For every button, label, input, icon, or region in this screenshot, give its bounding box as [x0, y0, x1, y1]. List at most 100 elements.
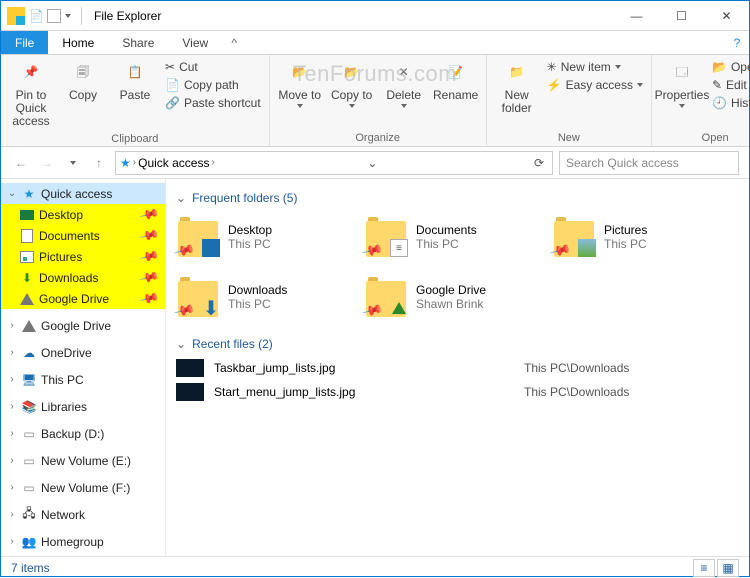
view-tab[interactable]: View	[168, 31, 222, 54]
maximize-button[interactable]: ☐	[659, 1, 704, 31]
sidebar-item-volume-e[interactable]: ›▭New Volume (E:)	[1, 450, 165, 471]
pin-icon: 📌	[138, 204, 160, 226]
search-input[interactable]: Search Quick access	[559, 151, 739, 175]
dropdown-icon[interactable]: ⌄	[363, 156, 381, 170]
expand-icon[interactable]: ›	[7, 536, 17, 547]
refresh-icon[interactable]: ⟳	[530, 156, 548, 170]
sidebar-item-pictures[interactable]: Pictures📌	[1, 246, 165, 267]
expand-icon[interactable]: ›	[7, 347, 17, 358]
properties-button[interactable]: 🗔Properties	[658, 57, 706, 110]
folder-downloads[interactable]: ⬇📌 DownloadsThis PC	[176, 271, 356, 323]
label: Quick access	[41, 187, 112, 201]
paste-icon: 📋	[121, 59, 149, 87]
back-button[interactable]: ←	[11, 153, 31, 173]
sidebar-item-network[interactable]: ›🖧Network	[1, 504, 165, 525]
easy-access-button[interactable]: ⚡Easy access	[545, 77, 645, 93]
sidebar-item-thispc[interactable]: ›🖥This PC	[1, 369, 165, 390]
folder-icon: 📌	[552, 217, 596, 257]
recent-files-header[interactable]: ⌄ Recent files (2)	[176, 337, 739, 351]
gdrive-icon	[20, 293, 34, 305]
new-item-button[interactable]: ✳New item	[545, 59, 645, 75]
open-button[interactable]: 📂Open	[710, 59, 750, 75]
quick-access-toolbar: 📄	[1, 7, 77, 25]
qat-dropdown-icon[interactable]	[65, 14, 71, 18]
sidebar-item-downloads[interactable]: ⬇Downloads📌	[1, 267, 165, 288]
navbar: ← → ↑ ★ › Quick access › ⌄ ⟳ Search Quic…	[1, 147, 749, 179]
qat-properties-icon[interactable]	[47, 9, 61, 23]
folder-pictures[interactable]: 📌 PicturesThis PC	[552, 211, 732, 263]
rename-button[interactable]: 📝Rename	[432, 57, 480, 104]
app-icon	[7, 7, 25, 25]
file-tab[interactable]: File	[1, 31, 48, 54]
folder-icon: 📌	[176, 217, 220, 257]
chevron-down-icon: ⌄	[176, 337, 186, 351]
pin-icon: 📌	[138, 246, 160, 268]
move-icon: 📂	[286, 59, 314, 87]
pin-quick-access-button[interactable]: 📌 Pin to Quick access	[7, 57, 55, 131]
share-tab[interactable]: Share	[108, 31, 168, 54]
folder-documents[interactable]: ≡📌 DocumentsThis PC	[364, 211, 544, 263]
help-icon[interactable]: ?	[725, 31, 749, 54]
sidebar-item-documents[interactable]: Documents📌	[1, 225, 165, 246]
recent-file[interactable]: Taskbar_jump_lists.jpg This PC\Downloads	[176, 357, 739, 379]
item-count: 7 items	[11, 561, 50, 575]
details-view-button[interactable]: ≡	[693, 559, 715, 577]
edit-button[interactable]: ✎Edit	[710, 77, 750, 93]
clipboard-group: 📌 Pin to Quick access 🗐 Copy 📋 Paste ✂Cu…	[1, 55, 270, 146]
sidebar-item-gdrive[interactable]: Google Drive📌	[1, 288, 165, 309]
expand-icon[interactable]: ›	[7, 428, 17, 439]
delete-button[interactable]: ✕Delete	[380, 57, 428, 110]
desktop-badge-icon	[202, 239, 220, 257]
move-to-button[interactable]: 📂Move to	[276, 57, 324, 110]
home-tab[interactable]: Home	[48, 31, 108, 54]
cut-button[interactable]: ✂Cut	[163, 59, 263, 75]
expand-icon[interactable]: ›	[7, 374, 17, 385]
recent-file[interactable]: Start_menu_jump_lists.jpg This PC\Downlo…	[176, 381, 739, 403]
expand-icon[interactable]: ›	[7, 482, 17, 493]
sidebar-item-desktop[interactable]: Desktop📌	[1, 204, 165, 225]
sidebar-item-backup[interactable]: ›▭Backup (D:)	[1, 423, 165, 444]
drive-icon: ▭	[21, 480, 37, 496]
sidebar-item-onedrive[interactable]: ›☁OneDrive	[1, 342, 165, 363]
paste-button[interactable]: 📋 Paste	[111, 57, 159, 104]
new-group: 📁New folder ✳New item ⚡Easy access New	[487, 55, 652, 146]
copy-button[interactable]: 🗐 Copy	[59, 57, 107, 104]
chevron-down-icon	[615, 65, 621, 69]
gdrive-badge-icon	[390, 299, 408, 317]
close-button[interactable]: ✕	[704, 1, 749, 31]
open-group: 🗔Properties 📂Open ✎Edit 🕘History Open	[652, 55, 750, 146]
new-folder-button[interactable]: 📁New folder	[493, 57, 541, 117]
sidebar-item-libraries[interactable]: ›📚Libraries	[1, 396, 165, 417]
qat-new-icon[interactable]: 📄	[29, 9, 43, 23]
homegroup-icon: 👥	[21, 534, 37, 550]
forward-button[interactable]: →	[37, 153, 57, 173]
history-button[interactable]: 🕘History	[710, 95, 750, 111]
recent-dropdown[interactable]	[63, 153, 83, 173]
folder-gdrive[interactable]: 📌 Google DriveShawn Brink	[364, 271, 544, 323]
history-icon: 🕘	[712, 96, 727, 110]
ribbon-collapse-icon[interactable]: ^	[222, 31, 246, 54]
easy-access-icon: ⚡	[547, 78, 562, 92]
folder-desktop[interactable]: 📌 DesktopThis PC	[176, 211, 356, 263]
address-bar[interactable]: ★ › Quick access › ⌄ ⟳	[115, 151, 553, 175]
sidebar-item-homegroup[interactable]: ›👥Homegroup	[1, 531, 165, 552]
paste-shortcut-button[interactable]: 🔗Paste shortcut	[163, 95, 263, 111]
minimize-button[interactable]: —	[614, 1, 659, 31]
group-label: New	[493, 130, 645, 144]
sidebar-quick-access[interactable]: ⌄ ★ Quick access	[1, 183, 165, 204]
copy-to-button[interactable]: 📂Copy to	[328, 57, 376, 110]
expand-icon[interactable]: ›	[7, 320, 17, 331]
expand-icon[interactable]: ›	[7, 455, 17, 466]
sidebar-item-volume-f[interactable]: ›▭New Volume (F:)	[1, 477, 165, 498]
frequent-folders-header[interactable]: ⌄ Frequent folders (5)	[176, 191, 739, 205]
icons-view-button[interactable]: ▦	[717, 559, 739, 577]
edit-icon: ✎	[712, 78, 722, 92]
expand-icon[interactable]: ⌄	[7, 188, 17, 199]
copy-path-button[interactable]: 📄Copy path	[163, 77, 263, 93]
sidebar-item-gdrive-root[interactable]: ›Google Drive	[1, 315, 165, 336]
cut-icon: ✂	[165, 60, 175, 74]
new-item-icon: ✳	[547, 60, 557, 74]
expand-icon[interactable]: ›	[7, 509, 17, 520]
expand-icon[interactable]: ›	[7, 401, 17, 412]
up-button[interactable]: ↑	[89, 153, 109, 173]
